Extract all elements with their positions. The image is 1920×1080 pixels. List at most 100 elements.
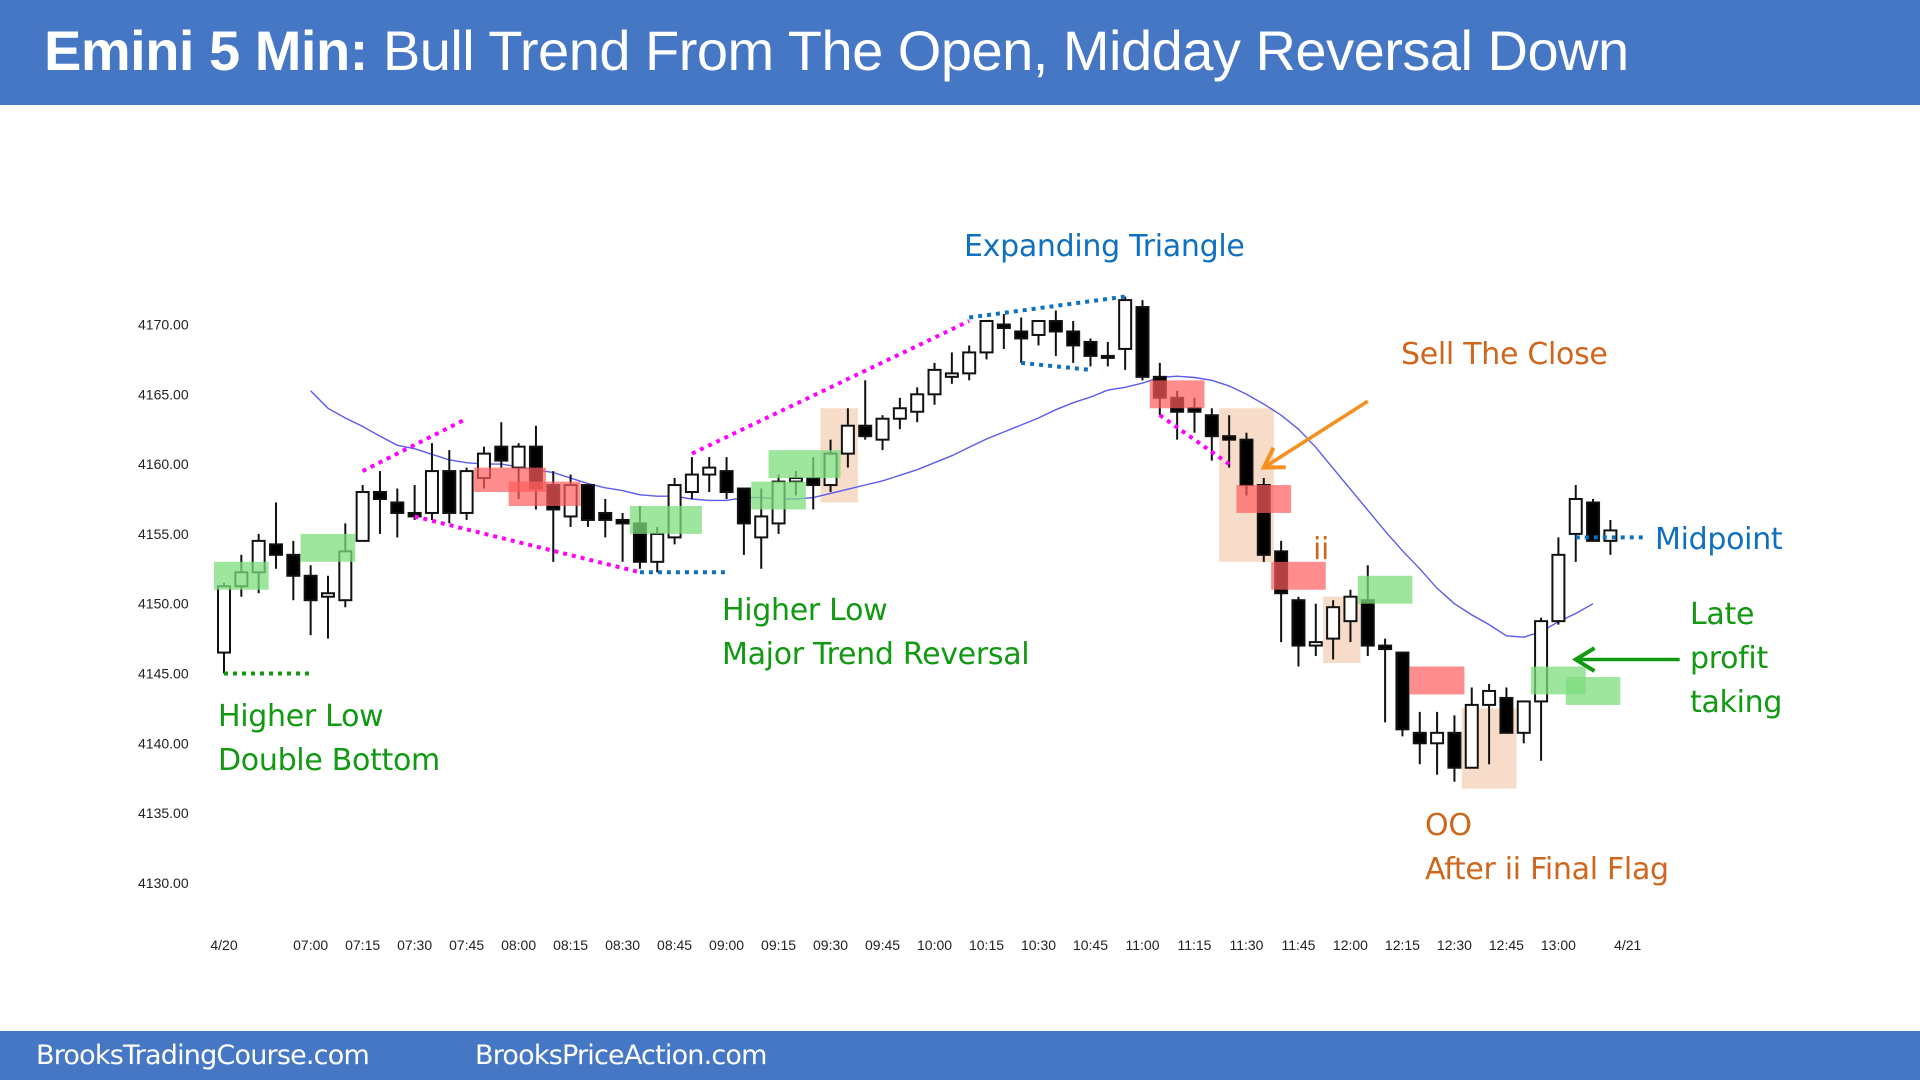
candle-body-bull (459, 470, 474, 514)
x-tick-label: 11:00 (1125, 937, 1159, 953)
candle (719, 457, 734, 499)
y-tick-label: 4145.00 (138, 666, 189, 682)
x-tick-label: 07:30 (397, 937, 432, 953)
x-tick-label: 12:45 (1489, 937, 1524, 953)
zone-red (1149, 380, 1205, 409)
candle-body-bull (927, 368, 942, 396)
trendline-blue-dotted (1020, 360, 1091, 372)
candle-body-bear (390, 501, 405, 514)
candle-body-bull (511, 445, 526, 469)
footer-banner: BrooksTradingCourse.com BrooksPriceActio… (0, 1031, 1920, 1080)
x-tick-label: 08:00 (501, 937, 536, 953)
x-tick-label: 09:15 (761, 937, 796, 953)
candle (424, 443, 439, 520)
candle-body-bull (650, 532, 665, 563)
annotation-line: Expanding Triangle (964, 229, 1245, 264)
arrow-shaft (1262, 399, 1369, 470)
annotation-higher-low-double-bottom: Higher Low Double Bottom (218, 695, 440, 783)
x-tick-label: 09:30 (813, 937, 848, 953)
y-tick-label: 4155.00 (138, 526, 189, 542)
zone-red (1236, 485, 1292, 513)
y-tick-label: 4130.00 (138, 875, 189, 891)
candle-body-bear (1014, 330, 1029, 340)
zone-green (1357, 575, 1413, 604)
candle (217, 582, 231, 674)
candle-body-bear (1360, 599, 1375, 647)
candle-body-bull (840, 424, 855, 455)
zone-green (214, 561, 269, 590)
x-tick-label: 10:00 (917, 937, 952, 953)
arrow-green (1571, 646, 1680, 673)
annotation-line: After ii Final Flag (1425, 852, 1669, 887)
candle-body-bear (1204, 414, 1219, 438)
x-tick-label: 11:45 (1281, 937, 1315, 953)
annotation-line: Midpoint (1655, 522, 1783, 557)
candle-body-bear (1135, 306, 1150, 378)
candle-body-bull (910, 393, 925, 413)
zone-green (768, 450, 841, 479)
x-tick-label: 10:45 (1073, 937, 1108, 953)
y-tick-label: 4170.00 (138, 317, 189, 333)
candle-body-bear (1222, 435, 1237, 441)
x-tick-label: 10:30 (1021, 937, 1056, 953)
x-tick-label: 09:45 (865, 937, 900, 953)
candle (494, 422, 509, 468)
candle (459, 467, 474, 520)
candle (979, 320, 994, 360)
zone-green (1565, 676, 1621, 705)
candle-body-bear (719, 470, 734, 494)
annotation-line: Sell The Close (1401, 337, 1608, 372)
candle (996, 314, 1011, 349)
candle (910, 387, 925, 423)
candle-body-bear (598, 511, 613, 521)
candle (702, 457, 717, 493)
y-axis: 4130.00 4135.00 4140.00 4145.00 4150.00 4155.… (138, 317, 189, 891)
candle-body-bull (1568, 498, 1583, 535)
candle (1118, 296, 1133, 370)
candle (372, 471, 387, 534)
candle (303, 565, 318, 636)
candle (684, 457, 699, 499)
candlestick-chart: 4130.00 4135.00 4140.00 4145.00 4150.00 4155.… (138, 294, 1680, 953)
x-tick-label: 10:15 (969, 937, 1004, 953)
candle (1135, 300, 1150, 381)
candle-body-bear (1187, 407, 1202, 413)
x-tick-label: 12:00 (1333, 937, 1368, 953)
annotation-line: Late (1690, 597, 1755, 632)
candle (1464, 687, 1479, 769)
candle-body-bull (702, 466, 717, 476)
candle-body-bear (1239, 438, 1254, 487)
candle (1568, 485, 1583, 562)
annotation-midpoint: Midpoint (1655, 518, 1783, 562)
footer-link-brookstradingcourse[interactable]: BrooksTradingCourse.com (36, 1040, 370, 1071)
candle-body-bull (1308, 641, 1323, 647)
candle (407, 485, 422, 520)
candle-body-bear (1378, 644, 1393, 651)
candle (1031, 320, 1046, 346)
candle (1048, 310, 1063, 356)
candle-body-bear (615, 518, 630, 525)
y-tick-label: 4150.00 (138, 596, 189, 612)
candle (615, 512, 630, 562)
candle-body-bear (494, 445, 509, 462)
candle-body-bear (303, 574, 318, 602)
candle-body-bear (996, 323, 1011, 329)
x-tick-label: 09:00 (709, 937, 744, 953)
candle (1551, 537, 1566, 625)
candle-body-bull (979, 320, 994, 354)
candle-body-bear (1395, 651, 1410, 731)
candle-body-bull (754, 515, 769, 539)
x-tick-label: 12:15 (1385, 937, 1420, 953)
footer-link-brookspriceaction[interactable]: BrooksPriceAction.com (475, 1040, 767, 1071)
candle (892, 397, 907, 430)
x-tick-label: 07:45 (449, 937, 484, 953)
candle (1066, 321, 1081, 363)
annotation-line: Double Bottom (218, 743, 440, 778)
candle-body-bull (1100, 354, 1115, 359)
x-tick-label: 4/21 (1614, 937, 1641, 953)
candle-body-bull (684, 473, 699, 494)
candle (1395, 651, 1410, 737)
candle-body-bull (1118, 299, 1133, 350)
candle-body-bull (1430, 731, 1445, 745)
annotation-line: Major Trend Reversal (722, 637, 1030, 672)
